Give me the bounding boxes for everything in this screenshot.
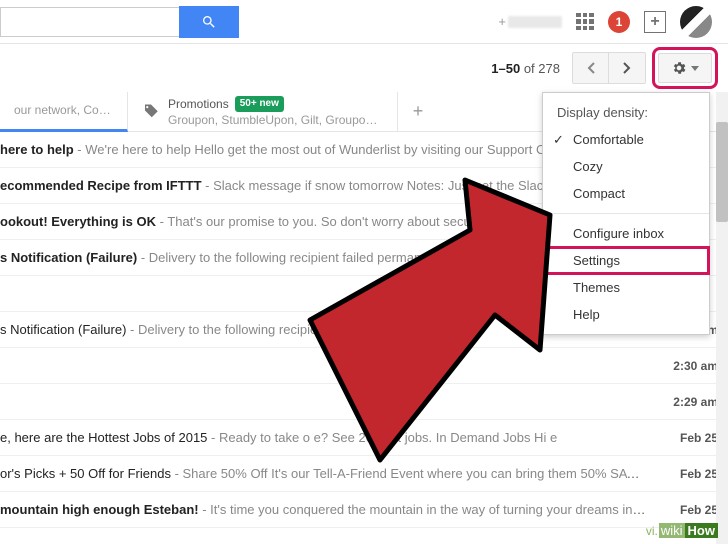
settings-dropdown: Display density: Comfortable Cozy Compac… xyxy=(542,92,710,335)
dropdown-separator xyxy=(543,213,709,214)
dropdown-heading: Display density: xyxy=(543,99,709,126)
email-subject: s Notification (Failure) xyxy=(0,322,126,337)
prev-page-button[interactable] xyxy=(573,53,609,83)
email-snippet: - It's time you conquered the mountain i… xyxy=(199,502,648,517)
add-tab-button[interactable]: + xyxy=(398,101,438,122)
apps-icon[interactable] xyxy=(576,13,594,31)
email-row[interactable]: 2:29 am xyxy=(0,384,728,420)
email-subject: ecommended Recipe from IFTTT xyxy=(0,178,202,193)
scrollbar[interactable] xyxy=(716,92,728,544)
search-input[interactable] xyxy=(0,7,180,37)
new-badge: 50+ new xyxy=(235,96,284,112)
email-time: Feb 25 xyxy=(648,503,718,517)
notifications-badge[interactable]: 1 xyxy=(608,11,630,33)
gear-icon xyxy=(671,60,687,76)
chevron-right-icon xyxy=(623,62,631,74)
density-compact[interactable]: Compact xyxy=(543,180,709,207)
menu-help[interactable]: Help xyxy=(543,301,709,328)
settings-gear-button[interactable] xyxy=(658,53,712,83)
email-subject: mountain high enough Esteban! xyxy=(0,502,199,517)
header-actions: + 1 + xyxy=(498,6,712,38)
email-snippet: - Ready to take o e? See 2015 st jobs. I… xyxy=(207,430,557,445)
tag-icon xyxy=(142,103,160,121)
pagination-nav xyxy=(572,52,646,84)
email-subject: e, here are the Hottest Jobs of 2015 xyxy=(0,430,207,445)
email-subject: here to help xyxy=(0,142,74,157)
avatar[interactable] xyxy=(680,6,712,38)
search-button[interactable] xyxy=(179,6,239,38)
email-row[interactable]: or's Picks + 50 Off for Friends - Share … xyxy=(0,456,728,492)
email-subject: ookout! Everything is OK xyxy=(0,214,156,229)
scrollbar-thumb[interactable] xyxy=(716,122,728,222)
wikihow-watermark: vi.wikiHow xyxy=(646,523,718,538)
tab-promotions[interactable]: Promotions50+ new Groupon, StumbleUpon, … xyxy=(128,92,398,132)
email-row[interactable]: e, here are the Hottest Jobs of 2015 - R… xyxy=(0,420,728,456)
email-snippet: - We're here to help Hello get the most … xyxy=(74,142,553,157)
email-snippet: - Delivery to the following recipient fa… xyxy=(137,250,504,265)
email-snippet: - That's our promise to you. So don't wo… xyxy=(156,214,596,229)
menu-themes[interactable]: Themes xyxy=(543,274,709,301)
header-bar: + 1 + xyxy=(0,0,728,44)
email-subject: s Notification (Failure) xyxy=(0,250,137,265)
menu-settings[interactable]: Settings xyxy=(543,247,709,274)
menu-configure-inbox[interactable]: Configure inbox xyxy=(543,220,709,247)
pagination-info: 1–50 of 278 xyxy=(491,61,560,76)
email-snippet: - Delivery to the following recipient fa… xyxy=(126,322,454,337)
search xyxy=(0,6,239,38)
email-snippet: - Share 50% Off It's our Tell-A-Friend E… xyxy=(171,466,648,481)
email-time: 2:29 am xyxy=(648,395,718,409)
email-subject: or's Picks + 50 Off for Friends xyxy=(0,466,171,481)
email-time: Feb 25 xyxy=(648,431,718,445)
email-row[interactable]: mountain high enough Esteban! - It's tim… xyxy=(0,492,728,528)
density-comfortable[interactable]: Comfortable xyxy=(543,126,709,153)
email-time: Feb 25 xyxy=(648,467,718,481)
email-time: 2:30 am xyxy=(648,359,718,373)
search-icon xyxy=(201,14,217,30)
share-button[interactable]: + xyxy=(644,11,666,33)
toolbar: 1–50 of 278 xyxy=(0,44,728,92)
email-row[interactable]: 2:30 am xyxy=(0,348,728,384)
google-plus-label[interactable]: + xyxy=(498,14,562,29)
tab-social[interactable]: our network, Couchsurfin… xyxy=(0,92,128,132)
next-page-button[interactable] xyxy=(609,53,645,83)
density-cozy[interactable]: Cozy xyxy=(543,153,709,180)
caret-down-icon xyxy=(691,66,699,71)
chevron-left-icon xyxy=(587,62,595,74)
